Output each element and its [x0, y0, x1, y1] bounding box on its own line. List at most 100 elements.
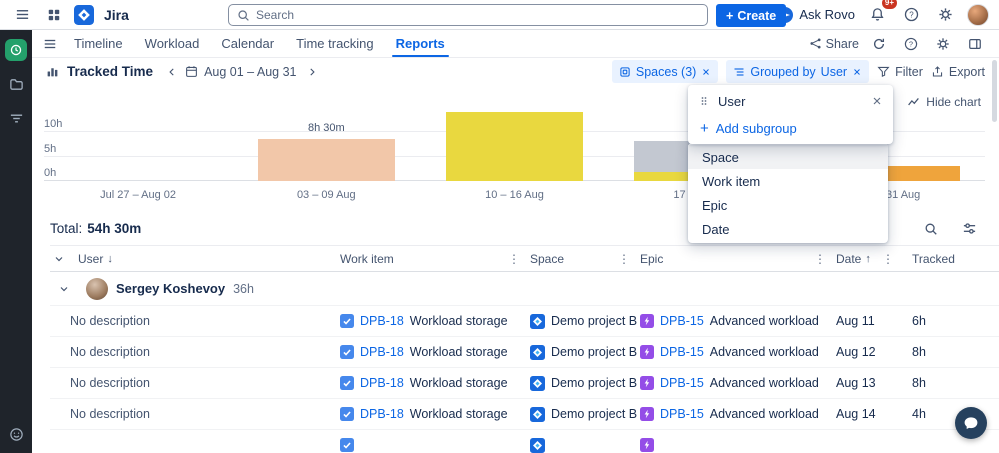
column-header-tracked[interactable]: Tracked — [904, 252, 999, 266]
user-avatar[interactable] — [967, 3, 989, 26]
projects-folder-icon[interactable] — [5, 73, 27, 95]
nav-hamburger-icon[interactable] — [38, 32, 62, 56]
row-space: Demo project B — [530, 344, 640, 360]
grouped-by-chip[interactable]: Grouped by User — [726, 60, 870, 83]
menu-option-work-item[interactable]: Work item — [688, 169, 888, 193]
row-date: Aug 14 — [836, 407, 876, 421]
app-switcher-icon[interactable] — [42, 3, 66, 27]
refresh-icon[interactable] — [867, 32, 891, 56]
menu-option-epic[interactable]: Epic — [688, 193, 888, 217]
epic-title: Advanced workload — [709, 376, 819, 390]
prev-period-icon[interactable] — [163, 60, 181, 84]
spaces-filter-chip[interactable]: Spaces (3) — [611, 60, 719, 83]
next-period-icon[interactable] — [303, 60, 321, 84]
chart-bar[interactable] — [445, 112, 584, 181]
add-subgroup-button[interactable]: + Add subgroup — [688, 115, 893, 142]
filters-icon[interactable] — [5, 107, 27, 129]
menu-option-space[interactable]: Space — [688, 145, 888, 169]
group-collapse-chevron-icon[interactable] — [50, 283, 78, 295]
epic-key-link[interactable]: DPB-15 — [660, 407, 704, 421]
row-work-item: DPB-18 Workload storage — [340, 314, 530, 328]
chart-bar-segment-yellow[interactable] — [445, 112, 584, 181]
table-settings-sliders-icon[interactable] — [957, 217, 981, 241]
column-header-date[interactable]: Date ↑ ⋮ — [836, 252, 904, 266]
export-icon — [931, 65, 944, 78]
report-type-icon — [46, 65, 59, 78]
tab-timeline[interactable]: Timeline — [64, 30, 133, 57]
grouping-title: User — [718, 93, 746, 109]
tracked-time-app-icon[interactable] — [5, 39, 27, 61]
filter-label: Filter — [895, 64, 923, 79]
date-range[interactable]: Aug 01 – Aug 31 — [204, 65, 296, 79]
ask-rovo-button[interactable]: Ask Rovo — [777, 6, 855, 23]
column-header-space[interactable]: Space ⋮ — [530, 252, 640, 266]
work-item-key-link[interactable]: DPB-18 — [360, 314, 404, 328]
column-header-user[interactable]: User ↓ — [78, 252, 340, 266]
table-row[interactable]: No description DPB-18 Workload storage D… — [50, 368, 999, 399]
row-tracked: 8h — [912, 376, 926, 390]
group-user-name: Sergey Koshevoy — [116, 281, 226, 296]
sort-desc-icon: ↓ — [107, 252, 113, 265]
filter-button[interactable]: Filter — [877, 65, 923, 79]
chat-widget-button[interactable] — [955, 407, 987, 439]
space-avatar-icon — [530, 406, 545, 422]
export-button[interactable]: Export — [931, 65, 985, 79]
grouped-chip-close-icon[interactable] — [852, 67, 862, 77]
drag-handle-icon[interactable] — [698, 95, 710, 107]
user-group-row[interactable]: Sergey Koshevoy 36h — [50, 272, 999, 306]
table-row[interactable]: No description DPB-18 Workload storage D… — [50, 306, 999, 337]
view-help-icon[interactable]: ? — [899, 32, 923, 56]
scrollbar-thumb[interactable] — [992, 60, 997, 122]
side-panel-toggle-icon[interactable] — [963, 32, 987, 56]
settings-gear-icon[interactable] — [933, 3, 957, 27]
view-settings-gear-icon[interactable] — [931, 32, 955, 56]
main-menu-icon[interactable] — [10, 3, 34, 27]
work-item-key-link[interactable]: DPB-18 — [360, 407, 404, 421]
table-row[interactable]: No description DPB-18 Workload storage D… — [50, 337, 999, 368]
epic-title: Advanced workload — [709, 407, 819, 421]
column-header-epic[interactable]: Epic ⋮ — [640, 252, 836, 266]
grouping-close-icon[interactable] — [871, 95, 883, 107]
collapse-all-chevron-icon[interactable] — [53, 253, 65, 265]
svg-text:?: ? — [909, 10, 914, 19]
feedback-smiley-icon[interactable] — [5, 423, 27, 445]
epic-key-link[interactable]: DPB-15 — [660, 345, 704, 359]
epic-column-menu-icon[interactable]: ⋮ — [814, 252, 826, 266]
search-box[interactable] — [228, 4, 708, 26]
share-button[interactable]: Share — [809, 37, 859, 51]
epic-key-link[interactable]: DPB-15 — [660, 376, 704, 390]
create-button[interactable]: + Create — [716, 4, 787, 27]
row-date: Aug 11 — [836, 314, 875, 328]
tab-workload[interactable]: Workload — [135, 30, 210, 57]
chart-bar[interactable] — [257, 139, 395, 181]
epic-title: Advanced workload — [709, 314, 819, 328]
jira-logo[interactable] — [74, 4, 94, 25]
date-column-menu-icon[interactable]: ⋮ — [882, 252, 894, 266]
column-header-work-item[interactable]: Work item ⋮ — [340, 252, 530, 266]
work-item-column-menu-icon[interactable]: ⋮ — [508, 252, 520, 266]
table-search-icon[interactable] — [919, 217, 943, 241]
tab-time-tracking[interactable]: Time tracking — [286, 30, 384, 57]
help-icon[interactable]: ? — [899, 3, 923, 27]
spaces-chip-close-icon[interactable] — [701, 67, 711, 77]
work-item-title: Workload storage — [409, 314, 508, 328]
search-input[interactable] — [256, 8, 699, 22]
export-label: Export — [948, 64, 985, 79]
menu-option-date[interactable]: Date — [688, 217, 888, 241]
row-date: Aug 13 — [836, 376, 876, 390]
table-row[interactable] — [50, 430, 999, 453]
tab-calendar[interactable]: Calendar — [211, 30, 284, 57]
chart-bar-segment-salmon[interactable] — [257, 139, 395, 181]
table-row[interactable]: No description DPB-18 Workload storage D… — [50, 399, 999, 430]
search-icon — [237, 9, 250, 22]
table-body: No description DPB-18 Workload storage D… — [50, 306, 999, 453]
filter-funnel-icon — [877, 65, 890, 78]
space-column-menu-icon[interactable]: ⋮ — [618, 252, 630, 266]
work-item-key-link[interactable]: DPB-18 — [360, 376, 404, 390]
notifications-badge: 9+ — [881, 0, 897, 9]
work-item-key-link[interactable]: DPB-18 — [360, 345, 404, 359]
tab-reports[interactable]: Reports — [386, 30, 455, 57]
epic-key-link[interactable]: DPB-15 — [660, 314, 704, 328]
hide-chart-button[interactable]: Hide chart — [907, 95, 981, 109]
epic-type-icon — [640, 345, 654, 359]
